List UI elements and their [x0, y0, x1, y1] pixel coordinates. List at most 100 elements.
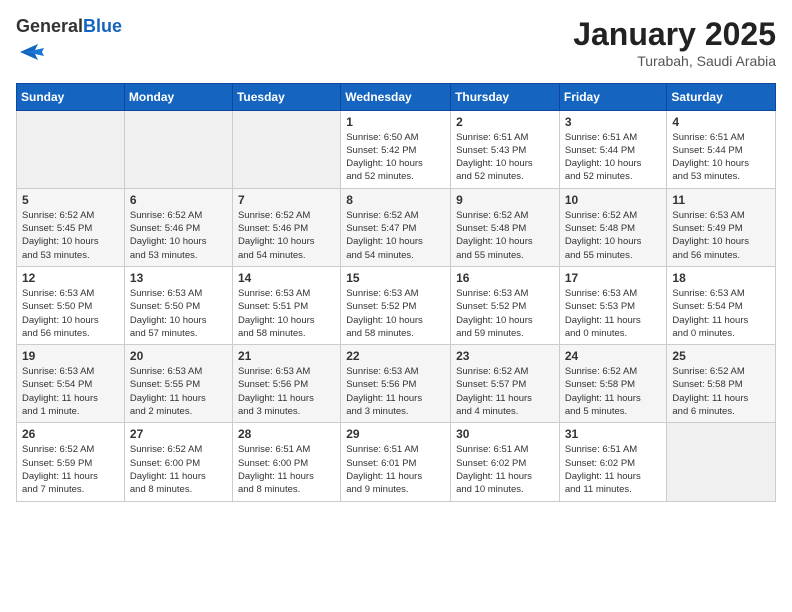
day-number: 30 — [456, 427, 554, 441]
logo-general-text: General — [16, 16, 83, 36]
logo-icon — [18, 38, 46, 66]
day-info: Sunrise: 6:53 AM Sunset: 5:54 PM Dayligh… — [22, 365, 119, 418]
day-number: 1 — [346, 115, 445, 129]
day-number: 7 — [238, 193, 335, 207]
calendar-week-row: 12Sunrise: 6:53 AM Sunset: 5:50 PM Dayli… — [17, 266, 776, 344]
day-info: Sunrise: 6:52 AM Sunset: 5:46 PM Dayligh… — [238, 209, 335, 262]
weekday-header-thursday: Thursday — [451, 83, 560, 110]
day-number: 2 — [456, 115, 554, 129]
day-info: Sunrise: 6:51 AM Sunset: 6:02 PM Dayligh… — [456, 443, 554, 496]
day-number: 17 — [565, 271, 662, 285]
day-number: 19 — [22, 349, 119, 363]
day-info: Sunrise: 6:53 AM Sunset: 5:54 PM Dayligh… — [672, 287, 770, 340]
calendar-cell: 20Sunrise: 6:53 AM Sunset: 5:55 PM Dayli… — [124, 345, 232, 423]
calendar-cell: 2 Sunrise: 6:51 AM Sunset: 5:43 PM Daylig… — [451, 110, 560, 188]
day-info: Sunrise: 6:53 AM Sunset: 5:56 PM Dayligh… — [346, 365, 445, 418]
calendar-cell: 3Sunrise: 6:51 AM Sunset: 5:44 PM Daylig… — [559, 110, 667, 188]
calendar-cell: 1Sunrise: 6:50 AM Sunset: 5:42 PM Daylig… — [341, 110, 451, 188]
weekday-header-saturday: Saturday — [667, 83, 776, 110]
day-number: 25 — [672, 349, 770, 363]
day-number: 8 — [346, 193, 445, 207]
day-info: Sunrise: 6:53 AM Sunset: 5:55 PM Dayligh… — [130, 365, 227, 418]
location-subtitle: Turabah, Saudi Arabia — [573, 53, 776, 69]
day-info: Sunrise: 6:51 AM Sunset: 6:00 PM Dayligh… — [238, 443, 335, 496]
day-info: Sunrise: 6:52 AM Sunset: 5:58 PM Dayligh… — [672, 365, 770, 418]
day-info: Sunrise: 6:52 AM Sunset: 5:57 PM Dayligh… — [456, 365, 554, 418]
day-info: Sunrise: 6:53 AM Sunset: 5:50 PM Dayligh… — [22, 287, 119, 340]
day-number: 23 — [456, 349, 554, 363]
month-title: January 2025 — [573, 16, 776, 53]
day-info: Sunrise: 6:51 AM Sunset: 6:01 PM Dayligh… — [346, 443, 445, 496]
weekday-header-monday: Monday — [124, 83, 232, 110]
day-number: 10 — [565, 193, 662, 207]
day-info: Sunrise: 6:51 AM Sunset: 5:44 PM Dayligh… — [565, 131, 662, 184]
day-info: Sunrise: 6:53 AM Sunset: 5:53 PM Dayligh… — [565, 287, 662, 340]
calendar-cell — [232, 110, 340, 188]
day-info: Sunrise: 6:52 AM Sunset: 5:59 PM Dayligh… — [22, 443, 119, 496]
logo: GeneralBlue — [16, 16, 122, 71]
calendar-cell: 26 Sunrise: 6:52 AM Sunset: 5:59 PM Dayli… — [17, 423, 125, 501]
day-info: Sunrise: 6:52 AM Sunset: 5:47 PM Dayligh… — [346, 209, 445, 262]
calendar-cell: 6 Sunrise: 6:52 AM Sunset: 5:46 PM Daylig… — [124, 188, 232, 266]
calendar-cell: 17 Sunrise: 6:53 AM Sunset: 5:53 PM Dayli… — [559, 266, 667, 344]
weekday-header-sunday: Sunday — [17, 83, 125, 110]
day-info: Sunrise: 6:53 AM Sunset: 5:52 PM Dayligh… — [346, 287, 445, 340]
calendar-table: SundayMondayTuesdayWednesdayThursdayFrid… — [16, 83, 776, 502]
day-number: 29 — [346, 427, 445, 441]
day-info: Sunrise: 6:52 AM Sunset: 6:00 PM Dayligh… — [130, 443, 227, 496]
calendar-cell: 31Sunrise: 6:51 AM Sunset: 6:02 PM Dayli… — [559, 423, 667, 501]
calendar-cell: 25 Sunrise: 6:52 AM Sunset: 5:58 PM Dayli… — [667, 345, 776, 423]
day-info: Sunrise: 6:52 AM Sunset: 5:48 PM Dayligh… — [565, 209, 662, 262]
calendar-cell: 4 Sunrise: 6:51 AM Sunset: 5:44 PM Daylig… — [667, 110, 776, 188]
calendar-week-row: 26 Sunrise: 6:52 AM Sunset: 5:59 PM Dayli… — [17, 423, 776, 501]
day-number: 26 — [22, 427, 119, 441]
day-number: 21 — [238, 349, 335, 363]
calendar-week-row: 19 Sunrise: 6:53 AM Sunset: 5:54 PM Dayli… — [17, 345, 776, 423]
calendar-header-row: SundayMondayTuesdayWednesdayThursdayFrid… — [17, 83, 776, 110]
calendar-week-row: 1Sunrise: 6:50 AM Sunset: 5:42 PM Daylig… — [17, 110, 776, 188]
calendar-cell — [17, 110, 125, 188]
day-info: Sunrise: 6:52 AM Sunset: 5:58 PM Dayligh… — [565, 365, 662, 418]
day-number: 18 — [672, 271, 770, 285]
calendar-cell: 29 Sunrise: 6:51 AM Sunset: 6:01 PM Dayli… — [341, 423, 451, 501]
calendar-cell: 9Sunrise: 6:52 AM Sunset: 5:48 PM Daylig… — [451, 188, 560, 266]
calendar-cell: 8 Sunrise: 6:52 AM Sunset: 5:47 PM Daylig… — [341, 188, 451, 266]
day-number: 4 — [672, 115, 770, 129]
day-info: Sunrise: 6:52 AM Sunset: 5:48 PM Dayligh… — [456, 209, 554, 262]
calendar-cell: 16Sunrise: 6:53 AM Sunset: 5:52 PM Dayli… — [451, 266, 560, 344]
calendar-cell: 15 Sunrise: 6:53 AM Sunset: 5:52 PM Dayli… — [341, 266, 451, 344]
calendar-cell: 12Sunrise: 6:53 AM Sunset: 5:50 PM Dayli… — [17, 266, 125, 344]
calendar-cell: 24 Sunrise: 6:52 AM Sunset: 5:58 PM Dayli… — [559, 345, 667, 423]
weekday-header-wednesday: Wednesday — [341, 83, 451, 110]
calendar-cell: 11 Sunrise: 6:53 AM Sunset: 5:49 PM Dayli… — [667, 188, 776, 266]
day-info: Sunrise: 6:51 AM Sunset: 6:02 PM Dayligh… — [565, 443, 662, 496]
day-info: Sunrise: 6:52 AM Sunset: 5:45 PM Dayligh… — [22, 209, 119, 262]
day-info: Sunrise: 6:53 AM Sunset: 5:49 PM Dayligh… — [672, 209, 770, 262]
calendar-cell: 28Sunrise: 6:51 AM Sunset: 6:00 PM Dayli… — [232, 423, 340, 501]
day-number: 11 — [672, 193, 770, 207]
day-number: 16 — [456, 271, 554, 285]
day-number: 22 — [346, 349, 445, 363]
calendar-cell — [667, 423, 776, 501]
day-info: Sunrise: 6:53 AM Sunset: 5:50 PM Dayligh… — [130, 287, 227, 340]
day-info: Sunrise: 6:51 AM Sunset: 5:44 PM Dayligh… — [672, 131, 770, 184]
logo-blue-text: Blue — [83, 16, 122, 36]
calendar-cell: 5 Sunrise: 6:52 AM Sunset: 5:45 PM Daylig… — [17, 188, 125, 266]
day-number: 14 — [238, 271, 335, 285]
page-header: GeneralBlue January 2025 Turabah, Saudi … — [16, 16, 776, 71]
calendar-cell: 19 Sunrise: 6:53 AM Sunset: 5:54 PM Dayli… — [17, 345, 125, 423]
day-info: Sunrise: 6:52 AM Sunset: 5:46 PM Dayligh… — [130, 209, 227, 262]
day-number: 13 — [130, 271, 227, 285]
calendar-cell: 30 Sunrise: 6:51 AM Sunset: 6:02 PM Dayli… — [451, 423, 560, 501]
day-number: 24 — [565, 349, 662, 363]
weekday-header-tuesday: Tuesday — [232, 83, 340, 110]
calendar-cell: 10 Sunrise: 6:52 AM Sunset: 5:48 PM Dayli… — [559, 188, 667, 266]
day-info: Sunrise: 6:51 AM Sunset: 5:43 PM Dayligh… — [456, 131, 554, 184]
day-number: 15 — [346, 271, 445, 285]
calendar-cell — [124, 110, 232, 188]
day-number: 6 — [130, 193, 227, 207]
weekday-header-friday: Friday — [559, 83, 667, 110]
day-info: Sunrise: 6:53 AM Sunset: 5:51 PM Dayligh… — [238, 287, 335, 340]
day-number: 5 — [22, 193, 119, 207]
calendar-cell: 23 Sunrise: 6:52 AM Sunset: 5:57 PM Dayli… — [451, 345, 560, 423]
